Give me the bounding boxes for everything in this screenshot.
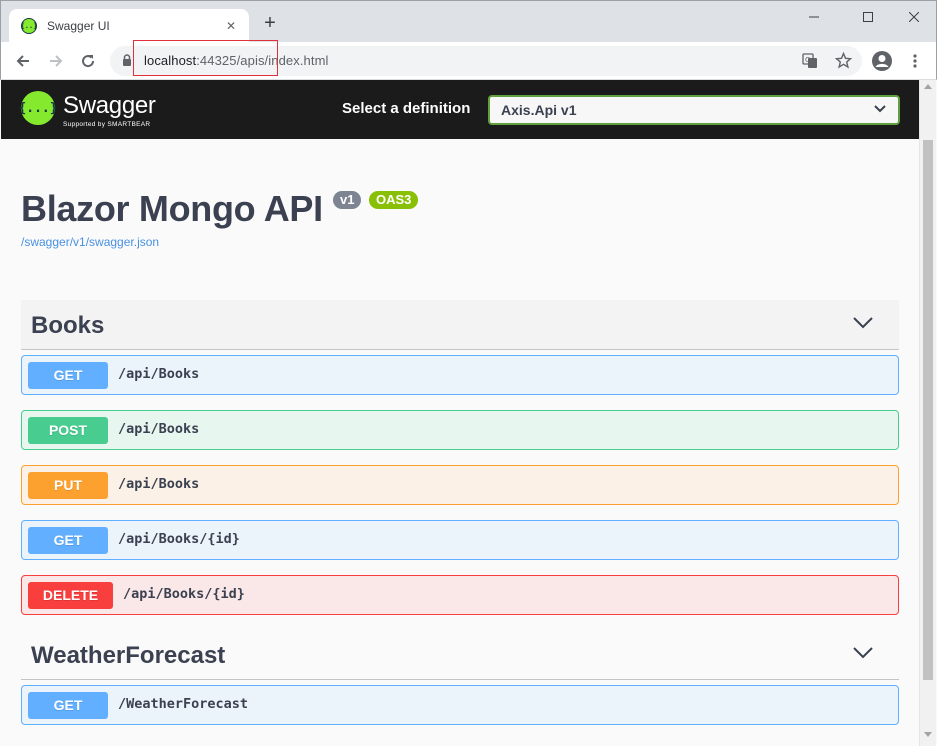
menu-kebab-icon[interactable] <box>902 48 928 74</box>
operation-get-books[interactable]: GET /api/Books <box>21 355 899 395</box>
browser-tab-swagger-ui[interactable]: {..} Swagger UI ✕ <box>9 9 249 43</box>
tag-name: WeatherForecast <box>31 642 226 669</box>
definition-select[interactable]: Axis.Api v1 <box>488 95 900 125</box>
method-badge-put: PUT <box>28 472 108 499</box>
tag-books[interactable]: Books <box>21 300 899 350</box>
browser-toolbar: localhost:44325/apis/index.html G <box>0 42 937 80</box>
definition-label: Select a definition <box>342 100 471 117</box>
scroll-down-arrow-icon[interactable] <box>924 732 932 737</box>
window-close-icon[interactable] <box>891 5 937 29</box>
operation-path: /WeatherForecast <box>118 696 249 712</box>
oas-badge: OAS3 <box>369 191 419 209</box>
operation-post-books[interactable]: POST /api/Books <box>21 410 899 450</box>
chevron-down-icon[interactable] <box>853 317 873 329</box>
operation-get-weatherforecast[interactable]: GET /WeatherForecast <box>21 685 899 725</box>
spec-json-link[interactable]: /swagger/v1/swagger.json <box>21 235 159 249</box>
tag-weatherforecast[interactable]: WeatherForecast <box>21 630 899 680</box>
operation-put-books[interactable]: PUT /api/Books <box>21 465 899 505</box>
chevron-down-icon <box>874 105 886 113</box>
svg-text:G: G <box>805 56 810 64</box>
swagger-logo-subtitle: Supported by SMARTBEAR <box>63 121 151 128</box>
lock-icon[interactable] <box>122 54 132 72</box>
browser-titlebar: {..} Swagger UI ✕ + <box>0 0 937 43</box>
scroll-thumb[interactable] <box>923 140 933 680</box>
bookmark-star-icon[interactable] <box>834 51 853 74</box>
profile-avatar-icon[interactable] <box>869 48 895 74</box>
method-badge-get: GET <box>28 362 108 389</box>
chevron-down-icon[interactable] <box>853 647 873 659</box>
operation-delete-book-by-id[interactable]: DELETE /api/Books/{id} <box>21 575 899 615</box>
reload-icon[interactable] <box>75 48 101 74</box>
new-tab-button[interactable]: + <box>259 13 281 33</box>
swagger-favicon-icon: {..} <box>21 18 37 34</box>
swagger-logo-text[interactable]: Swagger <box>63 92 156 120</box>
forward-arrow-icon[interactable] <box>43 48 69 74</box>
address-bar[interactable]: localhost:44325/apis/index.html G <box>110 46 862 76</box>
translate-icon[interactable]: G <box>802 53 818 74</box>
back-arrow-icon[interactable] <box>10 48 36 74</box>
minimize-icon[interactable] <box>791 5 837 29</box>
operation-path: /api/Books <box>118 476 200 492</box>
api-title: Blazor Mongo API <box>21 188 323 229</box>
swagger-logo-icon[interactable]: {...} <box>18 91 58 125</box>
operation-get-book-by-id[interactable]: GET /api/Books/{id} <box>21 520 899 560</box>
method-badge-get: GET <box>28 527 108 554</box>
swagger-topbar: {...} Swagger Supported by SMARTBEAR Sel… <box>1 80 919 139</box>
operation-path: /api/Books <box>118 366 200 382</box>
url-text: localhost:44325/apis/index.html <box>144 53 329 68</box>
method-badge-get: GET <box>28 692 108 719</box>
page-scrollbar[interactable] <box>919 80 936 746</box>
operation-path: /api/Books <box>118 421 200 437</box>
method-badge-delete: DELETE <box>28 582 113 609</box>
method-badge-post: POST <box>28 417 108 444</box>
tab-title: Swagger UI <box>47 19 110 33</box>
tag-name: Books <box>31 312 105 339</box>
maximize-icon[interactable] <box>845 5 891 29</box>
version-badge: v1 <box>333 191 362 209</box>
scroll-up-arrow-icon[interactable] <box>924 84 932 89</box>
definition-select-value: Axis.Api v1 <box>501 102 577 118</box>
operation-path: /api/Books/{id} <box>118 531 240 547</box>
operation-path: /api/Books/{id} <box>123 586 245 602</box>
tab-close-icon[interactable]: ✕ <box>223 19 239 33</box>
